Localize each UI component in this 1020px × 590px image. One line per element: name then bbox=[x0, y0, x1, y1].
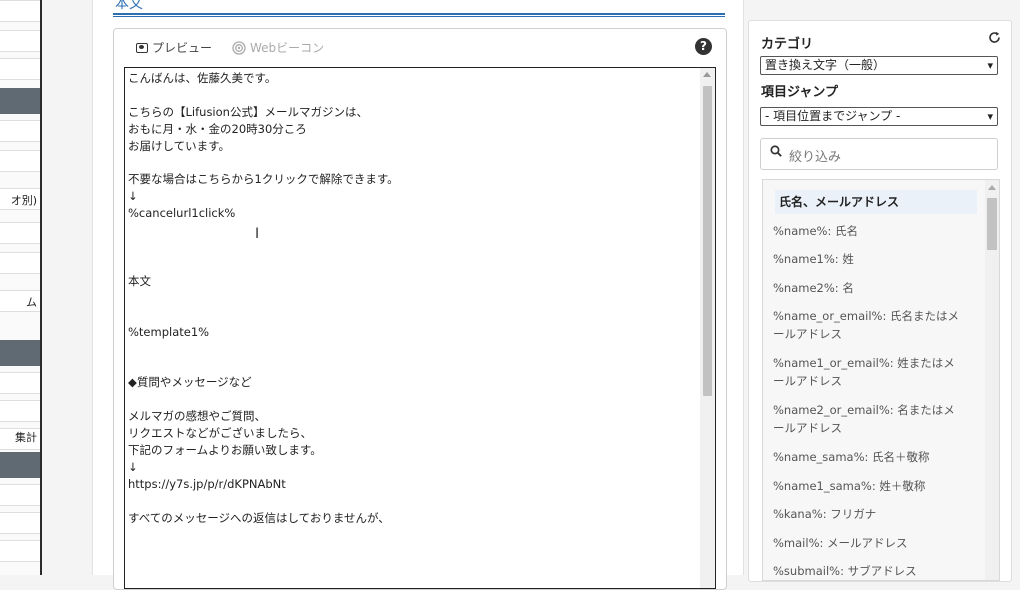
tab-web-beacon-label: Webビーコン bbox=[250, 41, 325, 55]
sidebar-item[interactable] bbox=[0, 372, 40, 394]
list-item[interactable]: %name2%: 名 bbox=[773, 279, 978, 297]
sidebar-item-label: オ別) bbox=[10, 194, 37, 207]
tab-preview-label: プレビュー bbox=[152, 41, 213, 55]
filter-placeholder: 絞り込み bbox=[789, 150, 842, 165]
jump-label: 項目ジャンプ bbox=[761, 85, 838, 100]
list-item[interactable]: %name1%: 姓 bbox=[773, 250, 978, 268]
tag-list-group-header: 氏名、メールアドレス bbox=[775, 190, 977, 214]
list-item[interactable]: %name1_sama%: 姓＋敬称 bbox=[773, 477, 978, 495]
tag-list-scroll-thumb[interactable] bbox=[987, 198, 997, 250]
list-item[interactable]: %name%: 氏名 bbox=[773, 222, 978, 240]
chevron-down-icon: ▾ bbox=[987, 59, 993, 72]
sidebar-section-header bbox=[0, 88, 40, 114]
sidebar-item[interactable] bbox=[0, 58, 40, 80]
filter-input[interactable]: 絞り込み bbox=[760, 138, 998, 170]
sidebar-item[interactable] bbox=[0, 252, 40, 274]
tab-web-beacon[interactable]: Webビーコン bbox=[232, 39, 324, 56]
sidebar-section-header bbox=[0, 340, 40, 366]
preview-icon bbox=[136, 42, 148, 53]
sidebar-item[interactable] bbox=[0, 540, 40, 562]
sidebar-item-label: ム bbox=[26, 296, 37, 309]
sidebar-item[interactable] bbox=[0, 30, 40, 52]
jump-select-value: - 項目位置までジャンプ - bbox=[765, 109, 901, 123]
insert-tag-panel: カテゴリ 置き換え文字（一般） ▾ 項目ジャンプ - 項目位置までジャンプ - … bbox=[748, 20, 1012, 582]
tag-list: 氏名、メールアドレス %name%: 氏名 %name1%: 姓 %name2%… bbox=[762, 179, 1000, 581]
textarea-scrollbar[interactable] bbox=[700, 68, 715, 588]
category-label: カテゴリ bbox=[761, 37, 814, 52]
sidebar-item[interactable] bbox=[0, 0, 40, 22]
text-cursor-icon: I bbox=[255, 226, 260, 242]
sidebar: オ別) ム 集計 bbox=[0, 0, 42, 575]
list-item[interactable]: %kana%: フリガナ bbox=[773, 505, 978, 523]
tag-list-scrollbar[interactable] bbox=[985, 180, 999, 580]
list-item[interactable]: %mail%: メールアドレス bbox=[773, 534, 978, 552]
list-item[interactable]: %submail%: サブアドレス bbox=[773, 562, 978, 580]
sidebar-section-header bbox=[0, 452, 40, 478]
section-divider bbox=[113, 13, 725, 17]
textarea-scroll-thumb[interactable] bbox=[703, 86, 712, 396]
editor-panel: プレビュー Webビーコン ? こんばんは、佐藤久美です。 こちらの【Lifus… bbox=[113, 28, 727, 590]
sidebar-item-label: 集計 bbox=[15, 431, 37, 444]
refresh-icon[interactable] bbox=[988, 31, 1001, 48]
tab-preview[interactable]: プレビュー bbox=[136, 39, 212, 56]
scroll-up-arrow-icon[interactable] bbox=[988, 185, 996, 190]
beacon-icon bbox=[232, 40, 246, 55]
sidebar-item[interactable] bbox=[0, 512, 40, 534]
chevron-down-icon: ▾ bbox=[987, 110, 993, 123]
body-textarea[interactable]: こんばんは、佐藤久美です。 こちらの【Lifusion公式】メールマガジンは、 … bbox=[124, 67, 716, 589]
main-content: 本文 プレビュー Webビーコン ? こんばんは、佐藤久美です。 こちらの【Li… bbox=[92, 0, 744, 590]
list-item[interactable]: %name_sama%: 氏名＋敬称 bbox=[773, 448, 978, 466]
scroll-up-arrow-icon[interactable] bbox=[703, 72, 711, 77]
list-item[interactable]: %name_or_email%: 氏名またはメ ールアドレス bbox=[773, 307, 978, 343]
category-select[interactable]: 置き換え文字（一般） ▾ bbox=[760, 56, 998, 75]
list-item[interactable]: %name2_or_email%: 名またはメ ールアドレス bbox=[773, 401, 978, 437]
sidebar-item[interactable] bbox=[0, 222, 40, 244]
body-text: こんばんは、佐藤久美です。 こちらの【Lifusion公式】メールマガジンは、 … bbox=[128, 71, 399, 525]
sidebar-item[interactable] bbox=[0, 484, 40, 506]
section-title: 本文 bbox=[115, 0, 143, 12]
search-icon bbox=[770, 145, 782, 157]
sidebar-item[interactable] bbox=[0, 400, 40, 422]
sidebar-item[interactable] bbox=[0, 150, 40, 172]
help-icon[interactable]: ? bbox=[695, 38, 712, 55]
jump-select[interactable]: - 項目位置までジャンプ - ▾ bbox=[760, 107, 998, 126]
list-item[interactable]: %name1_or_email%: 姓またはメ ールアドレス bbox=[773, 354, 978, 390]
sidebar-item[interactable] bbox=[0, 120, 40, 142]
category-select-value: 置き換え文字（一般） bbox=[765, 58, 886, 72]
